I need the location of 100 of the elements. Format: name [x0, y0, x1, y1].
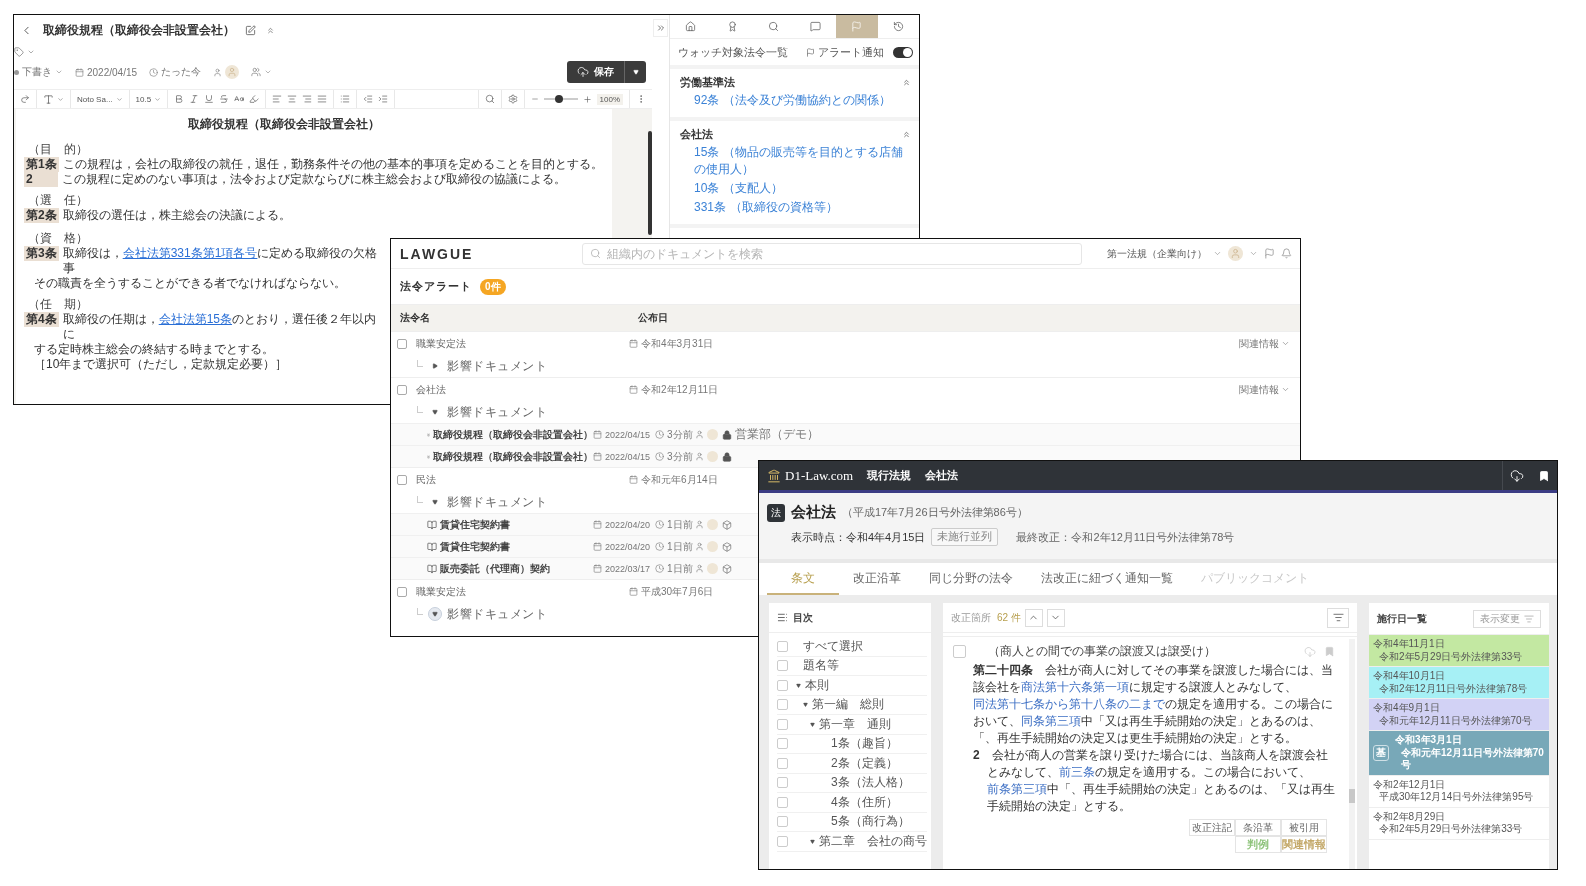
toc-item[interactable]: 3条（法人格）	[831, 774, 910, 792]
italic-icon[interactable]	[189, 94, 200, 104]
checkbox[interactable]	[777, 718, 788, 730]
font-size-select[interactable]: 10.5	[135, 94, 162, 104]
document-name[interactable]: 取締役規程（取締役会非設置会社）	[433, 427, 593, 442]
edit-icon[interactable]	[245, 24, 256, 36]
caret-icon[interactable]	[432, 611, 438, 617]
search-icon[interactable]	[590, 247, 601, 259]
text-box-icon[interactable]	[234, 94, 245, 104]
tag-icon[interactable]	[14, 47, 24, 57]
related-info-button[interactable]: 関連情報	[1239, 382, 1290, 397]
collapse-icon[interactable]	[266, 25, 275, 35]
toc-item[interactable]: すべて選択	[803, 637, 863, 655]
chat-icon[interactable]	[809, 21, 821, 32]
strikethrough-icon[interactable]	[219, 94, 230, 104]
font-select[interactable]: Noto Sa...	[77, 94, 123, 104]
checkbox[interactable]	[777, 835, 788, 847]
outdent-icon[interactable]	[363, 94, 374, 104]
chevron-down-icon[interactable]	[1281, 385, 1290, 394]
caret-icon[interactable]	[796, 682, 801, 688]
zoom-slider-thumb[interactable]	[554, 95, 563, 103]
checkbox[interactable]	[397, 338, 407, 349]
law-link[interactable]: 同条第三項	[1021, 714, 1081, 728]
cloud-download-icon[interactable]	[1510, 468, 1524, 483]
save-button[interactable]: 保存	[567, 61, 624, 83]
settings-icon[interactable]	[507, 94, 518, 104]
impact-documents-label[interactable]: 影響ドキュメント	[447, 357, 547, 375]
highlighter-icon[interactable]	[249, 94, 260, 104]
document-name[interactable]: 取締役規程（取締役会非設置会社）	[433, 449, 593, 464]
impact-documents-label[interactable]: 影響ドキュメント	[447, 605, 547, 623]
align-center-icon[interactable]	[287, 94, 298, 104]
text-icon[interactable]	[43, 93, 54, 105]
align-right-icon[interactable]	[302, 94, 313, 104]
search-field[interactable]: 組織内のドキュメントを検索	[582, 242, 1082, 265]
alert-toggle[interactable]	[893, 46, 913, 58]
search-icon[interactable]	[484, 94, 495, 104]
checkbox[interactable]	[397, 474, 407, 485]
document-name[interactable]: 賃貸住宅契約書	[440, 539, 510, 554]
checkbox[interactable]	[777, 679, 788, 691]
save-menu-button[interactable]	[624, 61, 646, 83]
caret-icon[interactable]	[810, 838, 815, 844]
toc-item[interactable]: 第二章 会社の商号	[819, 832, 927, 850]
toc-item[interactable]: 第一章 通則	[819, 715, 891, 733]
list-icon[interactable]	[340, 94, 351, 104]
watched-article-link[interactable]: 331条 （取締役の資格等）	[680, 199, 911, 216]
search-icon[interactable]	[768, 21, 780, 32]
organization-select[interactable]: 第一法規（企業向け）	[1107, 246, 1207, 261]
panel-tab[interactable]	[836, 15, 878, 38]
toc-item[interactable]: 第一編 総則	[812, 696, 884, 714]
users-icon[interactable]	[251, 67, 262, 77]
checkbox[interactable]	[777, 777, 788, 789]
checkbox[interactable]	[397, 384, 407, 395]
previous-button[interactable]	[1024, 608, 1043, 627]
watched-article-link[interactable]: 92条 （法令及び労働協約との関係）	[680, 92, 911, 109]
article-tool-button[interactable]: 改正注記	[1189, 819, 1235, 836]
avatar-icon[interactable]	[225, 65, 240, 79]
nav-link[interactable]: 会社法	[925, 468, 959, 483]
watched-article-link[interactable]: 10条 （支配人）	[680, 180, 911, 197]
flag-icon[interactable]	[851, 21, 863, 32]
law-link[interactable]: 会社法第15条	[158, 312, 233, 326]
enforcement-date-item[interactable]: 令和4年11月1日 令和2年5月29日号外法律第33号	[1369, 635, 1549, 667]
redo-icon[interactable]	[20, 94, 30, 104]
toc-item[interactable]: 5条（商行為）	[831, 813, 910, 831]
law-link[interactable]: 前三条	[1059, 765, 1095, 779]
next-button[interactable]	[1046, 608, 1065, 627]
filter-icon[interactable]	[1332, 612, 1344, 623]
scrollbar[interactable]	[1349, 639, 1355, 869]
history-icon[interactable]	[892, 21, 904, 32]
indent-icon[interactable]	[378, 94, 389, 104]
related-info-button[interactable]: 関連情報	[1239, 336, 1290, 351]
watched-article-link[interactable]: 15条 （物品の販売等を目的とする店舗の使用人）	[680, 144, 911, 178]
toc-item[interactable]: 題名等	[803, 657, 839, 675]
filter-button[interactable]	[1327, 607, 1349, 628]
cloud-upload-icon[interactable]	[577, 66, 589, 78]
law-link[interactable]: 会社法第331条第1項各号	[122, 246, 258, 260]
document-name[interactable]: 賃貸住宅契約書	[440, 517, 510, 532]
align-justify-icon[interactable]	[317, 94, 328, 104]
caret-icon[interactable]	[432, 499, 438, 505]
law-link[interactable]: 商法第十六条第一項	[1021, 680, 1129, 694]
home-icon[interactable]	[685, 21, 697, 32]
checkbox[interactable]	[777, 640, 788, 652]
align-left-icon[interactable]	[272, 94, 283, 104]
chevron-down-icon[interactable]	[1281, 339, 1290, 348]
caret-button[interactable]	[428, 607, 442, 621]
checkbox[interactable]	[397, 586, 407, 597]
zoom-in-icon[interactable]	[582, 94, 592, 104]
caret-icon[interactable]	[432, 409, 438, 415]
checkbox[interactable]	[777, 816, 788, 828]
enforcement-date-item[interactable]: 令和4年9月1日 令和元年12月11日号外法律第70号	[1369, 699, 1549, 731]
law-link[interactable]: 前条第三項	[987, 782, 1047, 796]
award-icon[interactable]	[726, 21, 738, 32]
status-label[interactable]: 下書き	[22, 65, 52, 79]
underline-icon[interactable]	[204, 94, 215, 104]
checkbox[interactable]	[777, 757, 788, 769]
checkbox[interactable]	[777, 738, 788, 750]
bold-icon[interactable]	[174, 94, 185, 104]
expand-panel-button[interactable]	[653, 19, 668, 37]
zoom-out-icon[interactable]	[530, 95, 539, 103]
text-style-select[interactable]	[43, 93, 64, 105]
checkbox[interactable]	[777, 796, 788, 808]
